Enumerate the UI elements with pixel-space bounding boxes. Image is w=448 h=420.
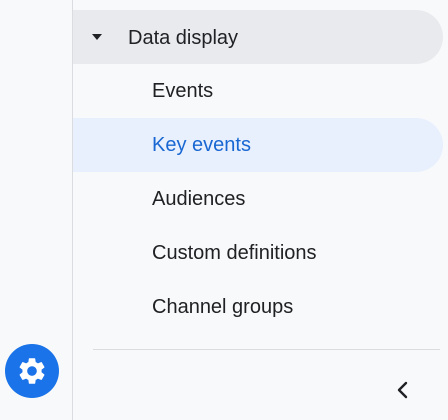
nav-item-label: Custom definitions (152, 242, 317, 264)
caret-down-icon (92, 34, 102, 40)
nav-item-events[interactable]: Events (73, 64, 443, 118)
section-header-data-display[interactable]: Data display (73, 10, 443, 64)
nav-item-label: Audiences (152, 188, 246, 210)
nav-panel: Data display Events Key events Audiences… (73, 0, 448, 420)
nav-item-custom-definitions[interactable]: Custom definitions (73, 226, 443, 280)
nav-item-label: Events (152, 80, 214, 102)
nav-item-audiences[interactable]: Audiences (73, 172, 443, 226)
collapse-nav-button[interactable] (389, 376, 417, 404)
divider (93, 349, 440, 350)
nav-item-label: Key events (152, 134, 251, 156)
gear-icon (19, 358, 45, 384)
section-title: Data display (128, 27, 239, 49)
nav-item-channel-groups[interactable]: Channel groups (73, 280, 443, 334)
nav-item-label: Channel groups (152, 296, 294, 318)
chevron-left-icon (397, 381, 408, 399)
settings-button[interactable] (5, 344, 59, 398)
left-rail (0, 0, 73, 420)
nav-item-key-events[interactable]: Key events (73, 118, 443, 172)
